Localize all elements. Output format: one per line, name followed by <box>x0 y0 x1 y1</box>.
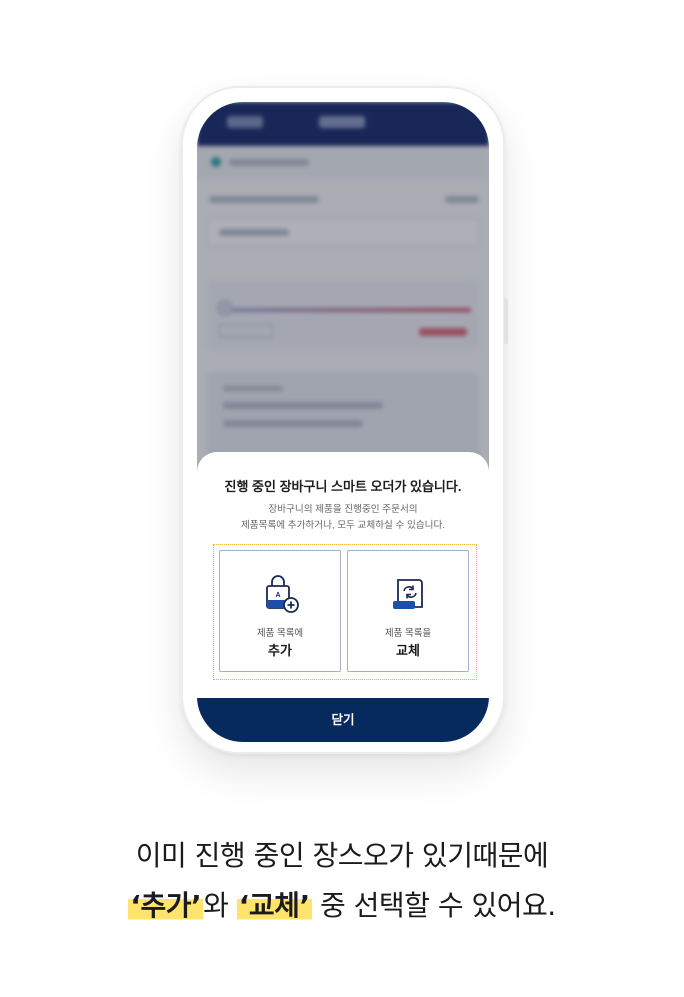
option-main-label: 교체 <box>396 643 420 658</box>
shopping-bag-plus-icon: A <box>266 575 299 613</box>
dialog-description-line: 제품목록에 추가하거나, 모두 교체하실 수 있습니다. <box>240 520 445 531</box>
phone-side-button <box>504 298 508 344</box>
replace-list-button[interactable]: 제품 목록을 교체 <box>347 550 469 672</box>
caption-highlight-add: ‘추가’ <box>128 889 204 922</box>
caption-line-2: ‘추가’와 ‘교체’ 중 선택할 수 있어요. <box>0 884 684 924</box>
document-swap-icon <box>393 579 423 609</box>
dialog-description: 장바구니의 제품을 진행중인 주문서의 제품목록에 추가하거나, 모두 교체하실… <box>207 502 479 534</box>
dialog-title: 진행 중인 장바구니 스마트 오더가 있습니다. <box>224 479 462 494</box>
caption-connector: 와 <box>203 889 237 922</box>
option-main-label: 추가 <box>268 643 292 658</box>
phone-mockup: 진행 중인 장바구니 스마트 오더가 있습니다. 장바구니의 제품을 진행중인 … <box>181 86 508 754</box>
close-button[interactable]: 닫기 <box>197 698 489 742</box>
svg-text:A: A <box>275 592 280 599</box>
phone-screen: 진행 중인 장바구니 스마트 오더가 있습니다. 장바구니의 제품을 진행중인 … <box>197 102 489 742</box>
option-sub-label: 제품 목록에 <box>256 628 304 639</box>
add-to-list-button[interactable]: A 제품 목록에 추가 <box>219 550 341 672</box>
bottom-sheet-dialog: 진행 중인 장바구니 스마트 오더가 있습니다. 장바구니의 제품을 진행중인 … <box>197 452 489 742</box>
caption-line-1: 이미 진행 중인 장스오가 있기때문에 <box>135 839 549 872</box>
option-sub-label: 제품 목록을 <box>384 628 432 639</box>
caption-highlight-replace: ‘교체’ <box>236 889 312 922</box>
caption-rest: 중 선택할 수 있어요. <box>311 889 556 922</box>
dialog-description-line: 장바구니의 제품을 진행중인 주문서의 <box>268 504 418 515</box>
option-highlight-area: A 제품 목록에 추가 제품 목록을 교체 <box>213 544 477 680</box>
